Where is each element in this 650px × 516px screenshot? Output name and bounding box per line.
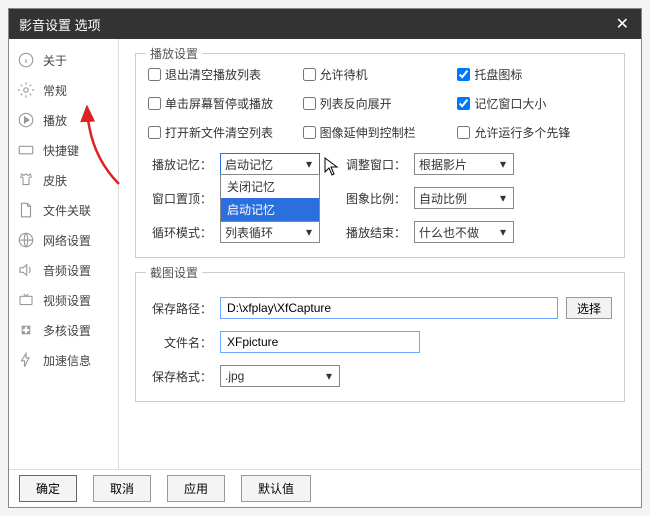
keyboard-icon <box>17 141 35 159</box>
chevron-down-icon: ▾ <box>495 156 511 172</box>
bolt-icon <box>17 351 35 369</box>
sidebar: 关于 常规 播放 快捷键 皮肤 文件关联 <box>9 39 119 469</box>
cursor-icon <box>324 157 340 177</box>
sidebar-item-label: 视频设置 <box>43 292 91 309</box>
img-ratio-combo[interactable]: 自动比例▾ <box>414 187 514 209</box>
win-top-label: 窗口置顶： <box>148 190 212 207</box>
screenshot-settings-group: 截图设置 保存路径： 选择 文件名： 保存格式： .jpg▾ <box>135 272 625 402</box>
choose-button[interactable]: 选择 <box>566 297 612 319</box>
play-end-label: 播放结束： <box>346 224 406 241</box>
play-memory-dropdown: 关闭记忆 启动记忆 <box>220 174 320 222</box>
save-fmt-label: 保存格式： <box>148 368 212 385</box>
sidebar-item-label: 快捷键 <box>43 142 79 159</box>
tv-icon <box>17 291 35 309</box>
sidebar-item-label: 常规 <box>43 82 67 99</box>
chk-click-pause[interactable]: 单击屏幕暂停或播放 <box>148 95 303 112</box>
sidebar-item-playback[interactable]: 播放 <box>9 105 118 135</box>
loop-mode-label: 循环模式： <box>148 224 212 241</box>
play-memory-combo[interactable]: 启动记忆 ▾ 关闭记忆 启动记忆 <box>220 153 320 175</box>
sidebar-item-hotkey[interactable]: 快捷键 <box>9 135 118 165</box>
apply-button[interactable]: 应用 <box>167 475 225 502</box>
dropdown-item-enable[interactable]: 启动记忆 <box>221 198 319 221</box>
chevron-down-icon: ▾ <box>495 224 511 240</box>
sidebar-item-about[interactable]: 关于 <box>9 45 118 75</box>
cpu-icon <box>17 321 35 339</box>
ok-button[interactable]: 确定 <box>19 475 77 502</box>
sidebar-item-label: 关于 <box>43 52 67 69</box>
cancel-button[interactable]: 取消 <box>93 475 151 502</box>
sidebar-item-label: 播放 <box>43 112 67 129</box>
chk-tray-icon[interactable]: 托盘图标 <box>457 66 612 83</box>
file-name-input[interactable] <box>220 331 420 353</box>
chk-open-clear[interactable]: 打开新文件清空列表 <box>148 124 303 141</box>
chk-remember-win[interactable]: 记忆窗口大小 <box>457 95 612 112</box>
save-path-input[interactable] <box>220 297 558 319</box>
save-path-label: 保存路径： <box>148 300 212 317</box>
sidebar-item-skin[interactable]: 皮肤 <box>9 165 118 195</box>
playback-settings-group: 播放设置 退出清空播放列表 允许待机 托盘图标 单击屏幕暂停或播放 列表反向展开… <box>135 53 625 258</box>
play-memory-label: 播放记忆： <box>148 156 212 173</box>
chevron-down-icon: ▾ <box>321 368 337 384</box>
default-button[interactable]: 默认值 <box>241 475 311 502</box>
dialog-footer: 确定 取消 应用 默认值 <box>9 469 641 507</box>
sidebar-item-label: 文件关联 <box>43 202 91 219</box>
file-name-label: 文件名： <box>148 334 212 351</box>
img-ratio-label: 图象比例： <box>346 190 406 207</box>
audio-icon <box>17 261 35 279</box>
save-fmt-combo[interactable]: .jpg▾ <box>220 365 340 387</box>
sidebar-item-accel[interactable]: 加速信息 <box>9 345 118 375</box>
group-legend: 播放设置 <box>146 45 202 62</box>
chk-list-reverse[interactable]: 列表反向展开 <box>303 95 458 112</box>
gear-icon <box>17 81 35 99</box>
play-end-combo[interactable]: 什么也不做▾ <box>414 221 514 243</box>
sidebar-item-label: 网络设置 <box>43 232 91 249</box>
chevron-down-icon: ▾ <box>495 190 511 206</box>
chk-allow-multi[interactable]: 允许运行多个先锋 <box>457 124 612 141</box>
adjust-win-combo[interactable]: 根据影片▾ <box>414 153 514 175</box>
dropdown-item-close[interactable]: 关闭记忆 <box>221 175 319 198</box>
shirt-icon <box>17 171 35 189</box>
chevron-down-icon: ▾ <box>301 156 317 172</box>
sidebar-item-label: 加速信息 <box>43 352 91 369</box>
loop-mode-combo[interactable]: 列表循环▾ <box>220 221 320 243</box>
sidebar-item-general[interactable]: 常规 <box>9 75 118 105</box>
globe-icon <box>17 231 35 249</box>
sidebar-item-label: 音频设置 <box>43 262 91 279</box>
sidebar-item-multicore[interactable]: 多核设置 <box>9 315 118 345</box>
group-legend: 截图设置 <box>146 264 202 281</box>
sidebar-item-video[interactable]: 视频设置 <box>9 285 118 315</box>
dialog-title: 影音设置 选项 <box>19 15 101 34</box>
sidebar-item-network[interactable]: 网络设置 <box>9 225 118 255</box>
main-panel: 播放设置 退出清空播放列表 允许待机 托盘图标 单击屏幕暂停或播放 列表反向展开… <box>119 39 641 469</box>
info-icon <box>17 51 35 69</box>
file-icon <box>17 201 35 219</box>
chk-exit-clear[interactable]: 退出清空播放列表 <box>148 66 303 83</box>
titlebar: 影音设置 选项 ✕ <box>9 9 641 39</box>
close-icon[interactable]: ✕ <box>610 14 635 34</box>
settings-dialog: 影音设置 选项 ✕ 关于 常规 播放 快捷键 皮肤 <box>8 8 642 508</box>
play-icon <box>17 111 35 129</box>
sidebar-item-file-assoc[interactable]: 文件关联 <box>9 195 118 225</box>
sidebar-item-label: 多核设置 <box>43 322 91 339</box>
chk-img-extend[interactable]: 图像延伸到控制栏 <box>303 124 458 141</box>
chk-allow-standby[interactable]: 允许待机 <box>303 66 458 83</box>
adjust-win-label: 调整窗口： <box>346 156 406 173</box>
sidebar-item-label: 皮肤 <box>43 172 67 189</box>
chevron-down-icon: ▾ <box>301 224 317 240</box>
sidebar-item-audio[interactable]: 音频设置 <box>9 255 118 285</box>
